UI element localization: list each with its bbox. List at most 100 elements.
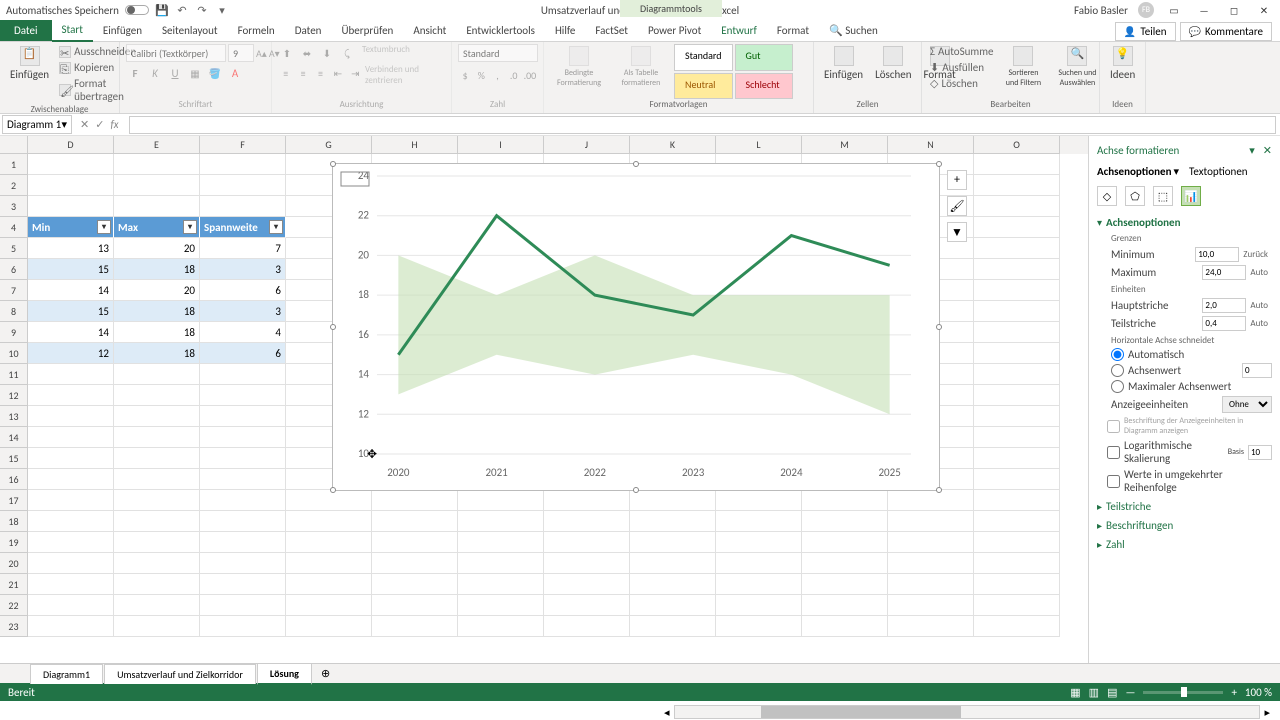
cell[interactable]	[28, 364, 114, 385]
cell[interactable]	[716, 595, 802, 616]
cell[interactable]	[28, 427, 114, 448]
cell[interactable]: 15	[28, 259, 114, 280]
cell[interactable]	[888, 490, 974, 511]
cell[interactable]	[372, 616, 458, 637]
row-header[interactable]: 17	[0, 490, 28, 511]
chart-styles-button[interactable]: 🖌	[947, 196, 967, 216]
cell[interactable]	[114, 532, 200, 553]
cell[interactable]: 7	[200, 238, 286, 259]
cell[interactable]	[114, 469, 200, 490]
insert-cells-button[interactable]: Einfügen	[820, 44, 867, 99]
number-format-select[interactable]	[458, 44, 538, 62]
cell[interactable]	[974, 385, 1060, 406]
view-layout-icon[interactable]: ▥	[1089, 686, 1099, 699]
tab-powerpivot[interactable]: Power Pivot	[638, 20, 711, 41]
cell[interactable]	[630, 553, 716, 574]
cell[interactable]	[974, 469, 1060, 490]
worksheet[interactable]: D E F G H I J K L M N O 1234Min▾Max▾Span…	[0, 136, 1088, 663]
section-labels[interactable]: ▸ Beschriftungen	[1097, 519, 1272, 532]
fill-button[interactable]: ⬇Ausfüllen	[928, 60, 995, 75]
tab-data[interactable]: Daten	[285, 20, 332, 41]
user-avatar[interactable]: FB	[1138, 2, 1154, 18]
row-header[interactable]: 9	[0, 322, 28, 343]
cell[interactable]	[28, 154, 114, 175]
row-header[interactable]: 7	[0, 280, 28, 301]
cell[interactable]	[544, 595, 630, 616]
filter-dropdown-icon[interactable]: ▾	[269, 220, 283, 234]
cell[interactable]	[28, 448, 114, 469]
cell[interactable]	[974, 154, 1060, 175]
formula-bar[interactable]	[129, 116, 1276, 134]
cell[interactable]	[716, 532, 802, 553]
cell[interactable]	[114, 595, 200, 616]
tab-help[interactable]: Hilfe	[545, 20, 585, 41]
comma-icon[interactable]: ,	[490, 66, 504, 84]
cell[interactable]	[286, 616, 372, 637]
cell[interactable]	[974, 175, 1060, 196]
cell[interactable]: 14	[28, 322, 114, 343]
cell[interactable]	[200, 448, 286, 469]
cell[interactable]: 6	[200, 343, 286, 364]
tab-pagelayout[interactable]: Seitenlayout	[152, 20, 228, 41]
cell[interactable]: 13	[28, 238, 114, 259]
row-header[interactable]: 1	[0, 154, 28, 175]
cell[interactable]	[286, 553, 372, 574]
axis-options-icon[interactable]: 📊	[1181, 186, 1201, 206]
cell[interactable]	[200, 406, 286, 427]
cell[interactable]	[114, 616, 200, 637]
cell[interactable]	[630, 490, 716, 511]
cell[interactable]	[458, 574, 544, 595]
tab-format[interactable]: Format	[767, 20, 819, 41]
autosave-toggle[interactable]	[125, 5, 149, 15]
cell[interactable]	[888, 595, 974, 616]
pane-close-icon[interactable]: ✕	[1263, 144, 1272, 157]
cell[interactable]	[372, 595, 458, 616]
axis-min-reset[interactable]: Zurück	[1239, 248, 1272, 261]
row-header[interactable]: 22	[0, 595, 28, 616]
cell[interactable]	[28, 385, 114, 406]
cell[interactable]	[974, 364, 1060, 385]
tab-design[interactable]: Entwurf	[711, 20, 767, 41]
dec-dec-icon[interactable]: .00	[523, 66, 537, 84]
cell[interactable]	[802, 574, 888, 595]
cell[interactable]	[286, 574, 372, 595]
cell[interactable]	[372, 553, 458, 574]
cell[interactable]	[28, 406, 114, 427]
merge-button[interactable]: Verbinden und zentrieren	[365, 64, 445, 86]
cross-auto-radio[interactable]	[1111, 348, 1124, 361]
row-header[interactable]: 23	[0, 616, 28, 637]
row-header[interactable]: 11	[0, 364, 28, 385]
cell[interactable]	[974, 238, 1060, 259]
search-box[interactable]: 🔍 Suchen	[819, 20, 888, 41]
filter-dropdown-icon[interactable]: ▾	[183, 220, 197, 234]
indent-dec-icon[interactable]: ⇤	[330, 64, 345, 82]
sheet-tab[interactable]: Umsatzverlauf und Zielkorridor	[104, 664, 256, 684]
cell[interactable]	[888, 616, 974, 637]
cell[interactable]	[28, 595, 114, 616]
cell[interactable]	[974, 196, 1060, 217]
cell[interactable]	[114, 511, 200, 532]
cell[interactable]	[974, 217, 1060, 238]
cell[interactable]	[974, 322, 1060, 343]
find-select-button[interactable]: 🔍Suchen und Auswählen	[1051, 44, 1103, 99]
col-header[interactable]: D	[28, 136, 114, 154]
cell[interactable]	[888, 553, 974, 574]
col-header[interactable]: H	[372, 136, 458, 154]
cell[interactable]	[286, 511, 372, 532]
style-standard[interactable]: Standard	[674, 44, 733, 71]
cond-format-button[interactable]: Bedingte Formatierung	[550, 44, 608, 99]
cross-value-radio[interactable]	[1111, 364, 1124, 377]
tab-insert[interactable]: Einfügen	[93, 20, 152, 41]
zoom-out-button[interactable]: —	[1125, 686, 1135, 699]
cell[interactable]	[888, 532, 974, 553]
cell[interactable]	[802, 511, 888, 532]
fx-icon[interactable]: fx	[110, 118, 118, 131]
cell[interactable]	[114, 490, 200, 511]
cell[interactable]	[200, 469, 286, 490]
cell[interactable]	[286, 532, 372, 553]
cell[interactable]: 6	[200, 280, 286, 301]
row-header[interactable]: 10	[0, 343, 28, 364]
cell[interactable]	[458, 532, 544, 553]
cell[interactable]	[372, 532, 458, 553]
cell[interactable]	[458, 511, 544, 532]
